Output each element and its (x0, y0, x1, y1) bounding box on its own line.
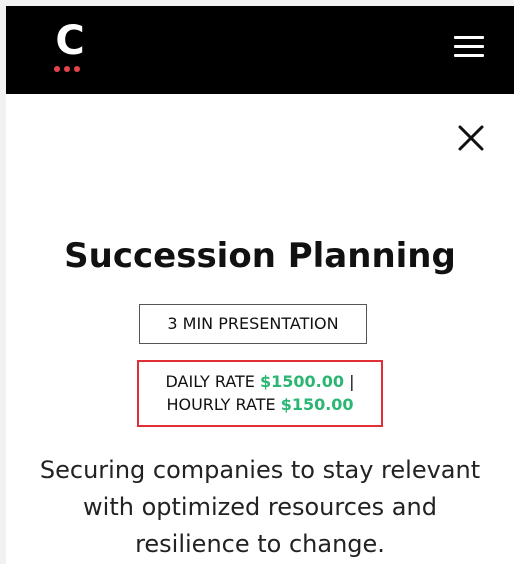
daily-rate-value: $1500.00 (260, 372, 345, 391)
hourly-rate-value: $150.00 (280, 395, 354, 414)
logo-letter: C (55, 18, 85, 64)
logo-dot (54, 66, 60, 72)
logo-dot (64, 66, 70, 72)
daily-rate-line: DAILY RATE $1500.00 | (139, 370, 381, 393)
page-frame: C Succession Planning 3 MIN PRESENTATION… (6, 6, 514, 564)
hamburger-menu-icon-bar (454, 54, 484, 57)
hourly-rate-line: HOURLY RATE $150.00 (139, 393, 381, 416)
close-icon (458, 125, 484, 151)
rate-separator: | (349, 372, 355, 391)
duration-badge: 3 MIN PRESENTATION (139, 304, 367, 344)
hamburger-menu-icon (454, 36, 484, 39)
service-title: Succession Planning (64, 236, 456, 276)
daily-rate-label: DAILY RATE (165, 372, 255, 391)
rate-box: DAILY RATE $1500.00 | HOURLY RATE $150.0… (137, 360, 383, 427)
hamburger-menu-button[interactable] (454, 36, 488, 60)
hamburger-menu-icon-bar (454, 45, 484, 48)
service-description: Securing companies to stay relevant with… (39, 456, 481, 558)
company-logo[interactable]: C (50, 18, 90, 78)
top-navigation-bar: C (6, 6, 514, 94)
logo-dots (54, 66, 80, 72)
logo-dot (74, 66, 80, 72)
close-button[interactable] (454, 121, 488, 155)
hourly-rate-label: HOURLY RATE (166, 395, 276, 414)
